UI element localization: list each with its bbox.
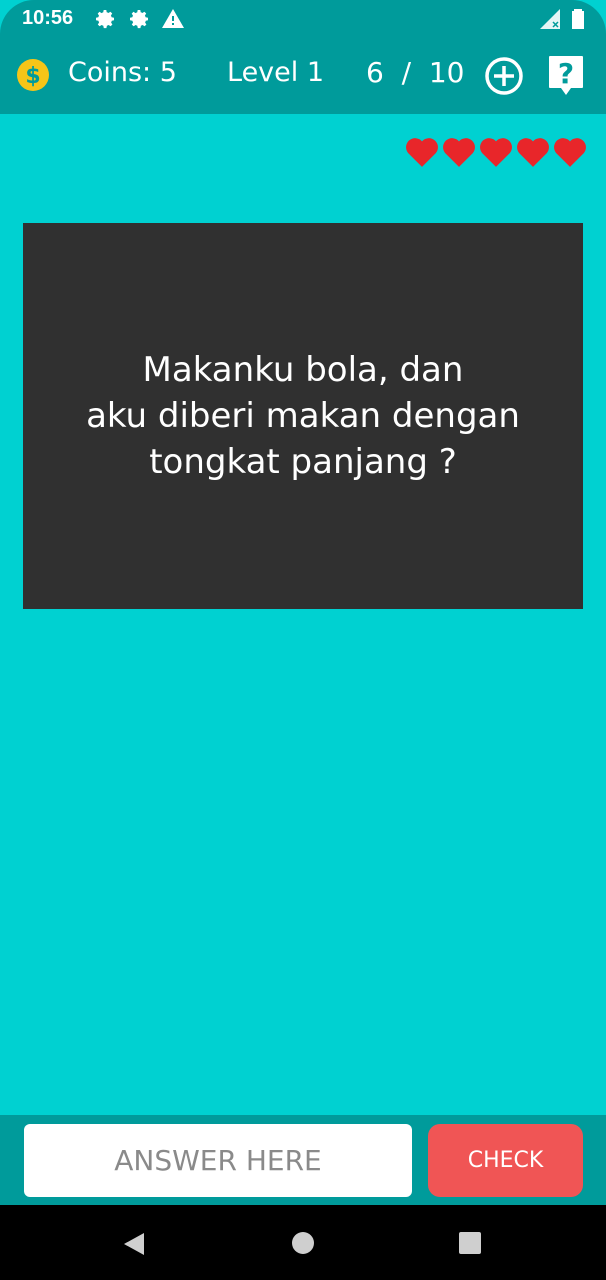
lives-hearts [405, 136, 587, 168]
check-button[interactable]: CHECK [428, 1124, 583, 1197]
question-progress: 6 / 10 [366, 56, 465, 89]
level-label: Level 1 [227, 57, 325, 88]
status-bar: 10:56 [0, 0, 606, 40]
system-nav-bar [0, 1205, 606, 1280]
answer-input[interactable] [24, 1124, 412, 1197]
signal-icon [540, 9, 560, 29]
svg-text:?: ? [558, 57, 574, 90]
question-card: Makanku bola, dan aku diberi makan denga… [23, 223, 583, 609]
svg-text:$: $ [25, 64, 40, 89]
game-header: $ Coins: 5 Level 1 6 / 10 ? [0, 40, 606, 114]
gear-icon [96, 10, 114, 29]
heart-icon [443, 138, 475, 167]
plus-circle-icon[interactable] [484, 56, 524, 96]
recents-icon[interactable] [457, 1230, 483, 1256]
battery-icon [572, 9, 584, 29]
home-icon[interactable] [290, 1230, 316, 1256]
warning-icon [162, 9, 184, 28]
coin-icon: $ [17, 59, 49, 91]
question-bubble-icon[interactable]: ? [547, 54, 585, 98]
question-text: Makanku bola, dan aku diberi makan denga… [86, 350, 520, 482]
answer-bar: CHECK [0, 1115, 606, 1205]
heart-icon [554, 138, 586, 167]
coins-count: Coins: 5 [68, 57, 177, 88]
heart-icon [480, 138, 512, 167]
status-time: 10:56 [22, 7, 74, 29]
heart-icon [517, 138, 549, 167]
back-icon[interactable] [120, 1230, 148, 1258]
heart-icon [406, 138, 438, 167]
gear-icon [130, 10, 148, 29]
